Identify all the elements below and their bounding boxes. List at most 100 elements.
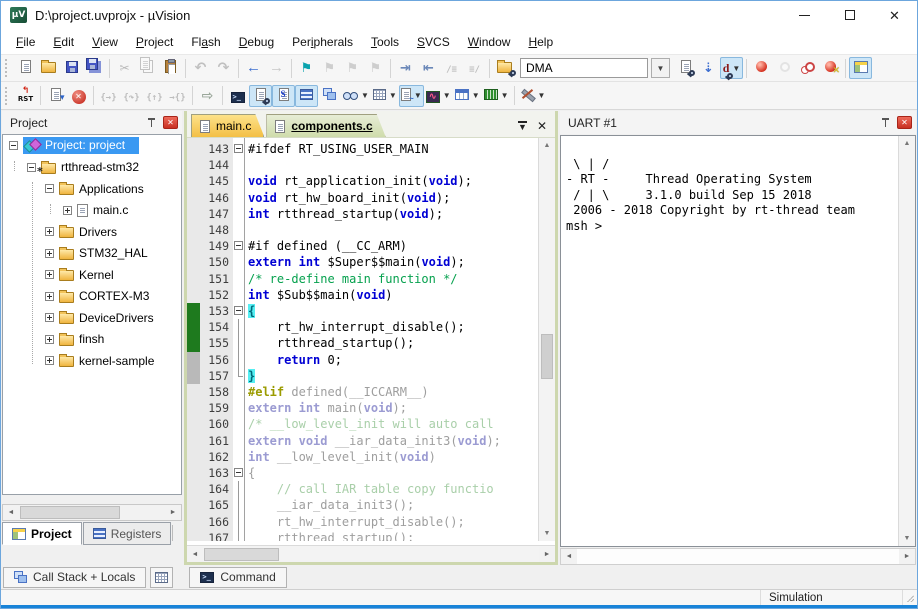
plus-expander-icon[interactable] bbox=[63, 206, 72, 215]
incremental-find-button[interactable]: ⇣ bbox=[697, 57, 720, 79]
command-tab[interactable]: >_ Command bbox=[189, 567, 286, 588]
menu-project[interactable]: Project bbox=[127, 31, 182, 53]
save-button[interactable] bbox=[60, 57, 83, 79]
run-button[interactable]: ▾ bbox=[44, 85, 67, 107]
scroll-left-icon[interactable]: ◄ bbox=[3, 505, 19, 520]
pin-icon[interactable] bbox=[146, 117, 157, 128]
bookmark-prev-button[interactable]: ⚑ bbox=[341, 57, 364, 79]
new-file-button[interactable] bbox=[14, 57, 37, 79]
uart-hscrollbar[interactable]: ◄ ► bbox=[560, 548, 916, 565]
dropdown-caret-icon[interactable]: ▼ bbox=[732, 64, 740, 73]
menu-help[interactable]: Help bbox=[519, 31, 562, 53]
menu-tools[interactable]: Tools bbox=[362, 31, 408, 53]
tree-item-rtthread-stm32[interactable]: *rtthread-stm32 bbox=[3, 157, 181, 179]
paste-button[interactable] bbox=[159, 57, 182, 79]
menu-view[interactable]: View bbox=[83, 31, 127, 53]
project-tree-hscrollbar[interactable]: ◄ ► bbox=[2, 504, 182, 521]
project-window-button[interactable] bbox=[849, 57, 872, 79]
dropdown-caret-icon[interactable]: ▼ bbox=[389, 91, 397, 100]
close-document-icon[interactable]: ✕ bbox=[537, 119, 547, 133]
tree-item-main-c[interactable]: main.c bbox=[3, 200, 181, 222]
bookmark-toggle-button[interactable]: ⚑ bbox=[295, 57, 318, 79]
tree-item-drivers[interactable]: Drivers bbox=[3, 221, 181, 243]
menu-debug[interactable]: Debug bbox=[230, 31, 283, 53]
breakpoint-kill-all-button[interactable]: ✕ bbox=[819, 57, 842, 79]
dropdown-caret-icon[interactable]: ▼ bbox=[538, 91, 546, 100]
tree-item-kernel-sample[interactable]: kernel-sample bbox=[3, 350, 181, 372]
indent-button[interactable]: ⇥ bbox=[394, 57, 417, 79]
symbol-window-button[interactable]: S bbox=[272, 85, 295, 107]
analysis-windows-button[interactable]: ∿▼ bbox=[424, 85, 453, 107]
scroll-thumb[interactable] bbox=[204, 548, 279, 561]
plus-expander-icon[interactable] bbox=[45, 335, 54, 344]
run-to-line-button[interactable]: →{} bbox=[166, 85, 189, 107]
bookmark-clear-button[interactable]: ⚑ bbox=[364, 57, 387, 79]
debug-settings-button[interactable]: ▼ bbox=[518, 85, 548, 107]
resize-grip-icon[interactable] bbox=[903, 590, 917, 605]
watch-windows-button[interactable]: ▼ bbox=[341, 85, 371, 107]
close-button[interactable]: ✕ bbox=[872, 1, 917, 29]
menu-edit[interactable]: Edit bbox=[44, 31, 83, 53]
serial-windows-button[interactable]: ~▼ bbox=[399, 85, 424, 107]
menu-flash[interactable]: Flash bbox=[182, 31, 229, 53]
dropdown-caret-icon[interactable]: ▼ bbox=[443, 91, 451, 100]
dropdown-caret-icon[interactable]: ▼ bbox=[472, 91, 480, 100]
tree-item-devicedrivers[interactable]: DeviceDrivers bbox=[3, 307, 181, 329]
menu-file[interactable]: File bbox=[7, 31, 44, 53]
step-into-button[interactable]: {→} bbox=[97, 85, 120, 107]
scroll-up-icon[interactable]: ▲ bbox=[539, 138, 555, 153]
show-next-statement-button[interactable]: ⇨ bbox=[196, 85, 219, 107]
find-in-files-button[interactable] bbox=[493, 57, 516, 79]
fold-collapse-icon[interactable] bbox=[234, 144, 243, 153]
breakpoint-disable-all-button[interactable] bbox=[796, 57, 819, 79]
fold-collapse-icon[interactable] bbox=[234, 306, 243, 315]
tree-item-kernel[interactable]: Kernel bbox=[3, 264, 181, 286]
tree-item-stm32-hal[interactable]: STM32_HAL bbox=[3, 243, 181, 265]
breakpoint-insert-button[interactable] bbox=[750, 57, 773, 79]
highlight-search-button[interactable]: d▼ bbox=[720, 57, 743, 79]
fold-column[interactable] bbox=[233, 138, 245, 541]
scroll-down-icon[interactable]: ▼ bbox=[539, 526, 555, 541]
scroll-thumb[interactable] bbox=[541, 334, 553, 379]
navigate-forward-button[interactable]: → bbox=[265, 57, 288, 79]
uart-panel-close-button[interactable]: ✕ bbox=[897, 116, 912, 129]
scroll-thumb[interactable] bbox=[20, 506, 120, 519]
scroll-right-icon[interactable]: ► bbox=[539, 547, 555, 562]
plus-expander-icon[interactable] bbox=[45, 227, 54, 236]
toolbar1-grip[interactable] bbox=[5, 59, 10, 77]
maximize-button[interactable] bbox=[827, 1, 872, 29]
dropdown-caret-icon[interactable]: ▼ bbox=[361, 91, 369, 100]
fold-collapse-icon[interactable] bbox=[234, 241, 243, 250]
menu-svcs[interactable]: SVCS bbox=[408, 31, 459, 53]
memory-windows-button[interactable]: ▼ bbox=[371, 85, 399, 107]
plus-expander-icon[interactable] bbox=[45, 249, 54, 258]
menu-window[interactable]: Window bbox=[459, 31, 520, 53]
command-window-button[interactable]: >_ bbox=[226, 85, 249, 107]
tab-project[interactable]: Project bbox=[2, 522, 82, 545]
keypad-window-button[interactable] bbox=[150, 567, 173, 588]
bookmark-next-button[interactable]: ⚑ bbox=[318, 57, 341, 79]
breakpoint-enable-button[interactable] bbox=[773, 57, 796, 79]
menu-peripherals[interactable]: Peripherals bbox=[283, 31, 362, 53]
pin-icon[interactable] bbox=[880, 117, 891, 128]
uart-output[interactable]: \ | / - RT - Thread Operating System / |… bbox=[560, 135, 916, 547]
plus-expander-icon[interactable] bbox=[45, 270, 54, 279]
save-all-button[interactable] bbox=[83, 57, 106, 79]
scroll-down-icon[interactable]: ▼ bbox=[899, 531, 915, 546]
find-next-button[interactable] bbox=[674, 57, 697, 79]
comment-button[interactable]: /≡ bbox=[440, 57, 463, 79]
tree-item-applications[interactable]: Applications bbox=[3, 178, 181, 200]
stop-button[interactable]: ✕ bbox=[67, 85, 90, 107]
plus-expander-icon[interactable] bbox=[45, 356, 54, 365]
editor-vscrollbar[interactable]: ▲ ▼ bbox=[538, 138, 555, 541]
scroll-up-icon[interactable]: ▲ bbox=[899, 136, 915, 151]
dropdown-caret-icon[interactable]: ▼ bbox=[414, 91, 422, 100]
cut-button[interactable]: ✂ bbox=[113, 57, 136, 79]
selected-tree-item[interactable]: Project: project bbox=[23, 137, 139, 154]
minus-expander-icon[interactable] bbox=[9, 141, 18, 150]
uncomment-button[interactable]: ≡/ bbox=[463, 57, 486, 79]
code-text[interactable]: #ifdef RT_USING_USER_MAIN void rt_applic… bbox=[245, 138, 538, 541]
plus-expander-icon[interactable] bbox=[45, 313, 54, 322]
step-out-button[interactable]: {↑} bbox=[143, 85, 166, 107]
system-viewer-button[interactable]: ▼ bbox=[453, 85, 482, 107]
